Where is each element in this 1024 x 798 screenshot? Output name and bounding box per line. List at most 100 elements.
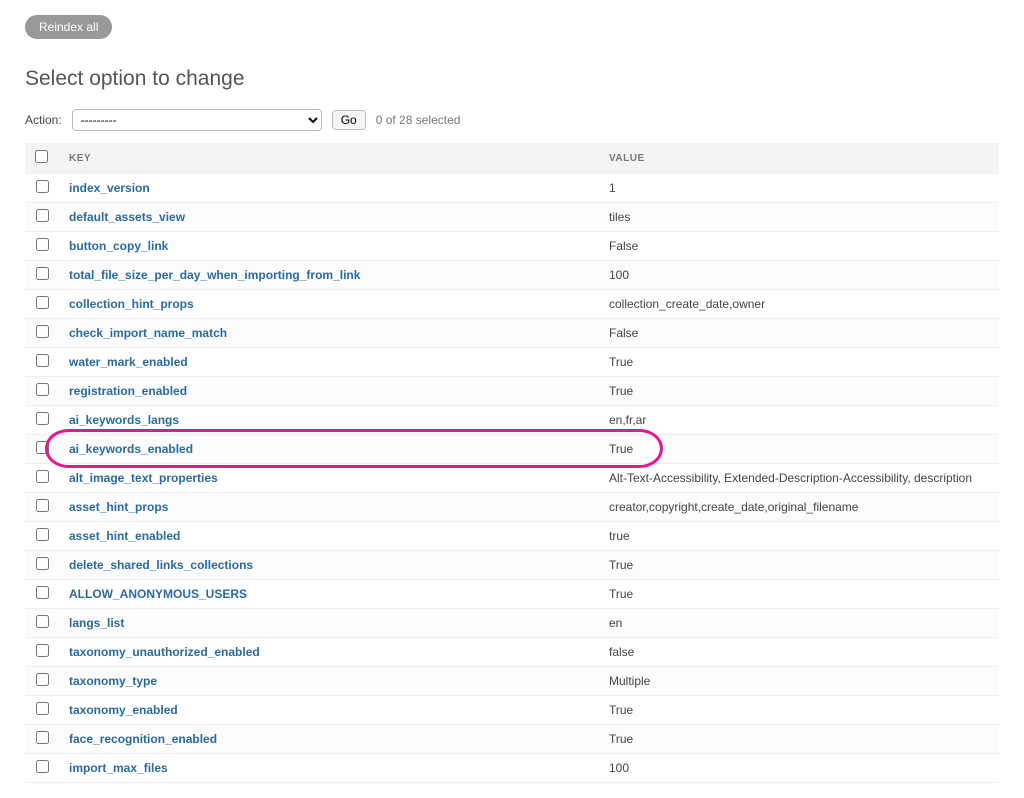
row-key-link[interactable]: face_recognition_enabled [69, 732, 217, 746]
row-value-cell: True [599, 435, 999, 464]
row-checkbox[interactable] [36, 267, 49, 280]
row-value-cell: False [599, 232, 999, 261]
row-key-link[interactable]: index_version [69, 181, 150, 195]
row-checkbox-cell [25, 725, 59, 754]
row-key-cell: registration_enabled [59, 377, 599, 406]
table-row: taxonomy_type Multiple [25, 667, 999, 696]
row-checkbox-cell [25, 174, 59, 203]
reindex-all-button[interactable]: Reindex all [25, 15, 112, 39]
row-key-link[interactable]: asset_hint_props [69, 500, 168, 514]
row-checkbox-cell [25, 754, 59, 783]
row-key-link[interactable]: taxonomy_enabled [69, 703, 178, 717]
row-key-cell: taxonomy_type [59, 667, 599, 696]
row-value-cell: True [599, 580, 999, 609]
table-row: water_mark_enabled True [25, 348, 999, 377]
row-key-link[interactable]: total_file_size_per_day_when_importing_f… [69, 268, 360, 282]
row-checkbox[interactable] [36, 528, 49, 541]
row-value-cell: True [599, 551, 999, 580]
row-checkbox-cell [25, 377, 59, 406]
row-checkbox-cell [25, 435, 59, 464]
action-select[interactable]: --------- [72, 109, 322, 131]
row-checkbox[interactable] [36, 383, 49, 396]
table-row: collection_hint_props collection_create_d… [25, 290, 999, 319]
row-key-cell: asset_hint_props [59, 493, 599, 522]
row-checkbox[interactable] [36, 296, 49, 309]
row-key-link[interactable]: taxonomy_unauthorized_enabled [69, 645, 260, 659]
row-checkbox[interactable] [36, 673, 49, 686]
row-checkbox[interactable] [36, 441, 49, 454]
row-value-cell: creator,copyright,create_date,original_f… [599, 493, 999, 522]
row-key-link[interactable]: water_mark_enabled [69, 355, 188, 369]
table-row: ai_keywords_langs en,fr,ar [25, 406, 999, 435]
row-key-cell: ai_keywords_langs [59, 406, 599, 435]
row-checkbox[interactable] [36, 702, 49, 715]
row-value-cell: en,fr,ar [599, 406, 999, 435]
row-checkbox[interactable] [36, 731, 49, 744]
table-row: asset_hint_enabledtrue [25, 522, 999, 551]
row-checkbox[interactable] [36, 499, 49, 512]
row-value-cell: en [599, 609, 999, 638]
row-key-link[interactable]: langs_list [69, 616, 124, 630]
row-checkbox[interactable] [36, 238, 49, 251]
row-value-cell: 1 [599, 174, 999, 203]
table-row: button_copy_link False [25, 232, 999, 261]
row-checkbox[interactable] [36, 644, 49, 657]
row-key-link[interactable]: delete_shared_links_collections [69, 558, 253, 572]
row-checkbox[interactable] [36, 180, 49, 193]
column-header-key[interactable]: KEY [59, 143, 599, 174]
row-value-cell: Multiple [599, 667, 999, 696]
row-key-link[interactable]: ai_keywords_langs [69, 413, 179, 427]
row-key-cell: button_copy_link [59, 232, 599, 261]
select-all-checkbox[interactable] [35, 150, 48, 163]
row-key-link[interactable]: alt_image_text_properties [69, 471, 218, 485]
row-key-link[interactable]: button_copy_link [69, 239, 168, 253]
row-value-cell: True [599, 348, 999, 377]
column-header-value[interactable]: VALUE [599, 143, 999, 174]
table-row: default_assets_view tiles [25, 203, 999, 232]
row-checkbox-cell [25, 290, 59, 319]
go-button[interactable]: Go [332, 110, 366, 130]
row-key-cell: collection_hint_props [59, 290, 599, 319]
row-checkbox[interactable] [36, 354, 49, 367]
row-value-cell: 100 [599, 261, 999, 290]
row-checkbox[interactable] [36, 557, 49, 570]
row-key-link[interactable]: registration_enabled [69, 384, 187, 398]
row-key-link[interactable]: check_import_name_match [69, 326, 227, 340]
row-key-link[interactable]: taxonomy_type [69, 674, 157, 688]
row-checkbox[interactable] [36, 412, 49, 425]
row-key-cell: langs_list [59, 609, 599, 638]
options-table: KEY VALUE index_version1default_assets_v… [25, 143, 999, 783]
row-checkbox-cell [25, 522, 59, 551]
row-checkbox-cell [25, 406, 59, 435]
row-checkbox[interactable] [36, 209, 49, 222]
row-checkbox-cell [25, 464, 59, 493]
row-checkbox[interactable] [36, 760, 49, 773]
row-checkbox[interactable] [36, 470, 49, 483]
row-key-link[interactable]: import_max_files [69, 761, 168, 775]
row-value-cell: True [599, 725, 999, 754]
table-row: ALLOW_ANONYMOUS_USERS True [25, 580, 999, 609]
row-key-cell: taxonomy_unauthorized_enabled [59, 638, 599, 667]
row-checkbox-cell [25, 609, 59, 638]
row-checkbox[interactable] [36, 586, 49, 599]
table-row: check_import_name_matchFalse [25, 319, 999, 348]
table-row: total_file_size_per_day_when_importing_f… [25, 261, 999, 290]
row-value-cell: 100 [599, 754, 999, 783]
row-key-link[interactable]: default_assets_view [69, 210, 185, 224]
table-row: index_version 1 [25, 174, 999, 203]
row-key-link[interactable]: ALLOW_ANONYMOUS_USERS [69, 587, 247, 601]
row-key-link[interactable]: ai_keywords_enabled [69, 442, 193, 456]
row-key-link[interactable]: collection_hint_props [69, 297, 194, 311]
row-checkbox-cell [25, 667, 59, 696]
row-checkbox-cell [25, 203, 59, 232]
row-value-cell: True [599, 377, 999, 406]
row-key-cell: total_file_size_per_day_when_importing_f… [59, 261, 599, 290]
row-checkbox[interactable] [36, 325, 49, 338]
row-key-cell: water_mark_enabled [59, 348, 599, 377]
row-checkbox[interactable] [36, 615, 49, 628]
row-value-cell: collection_create_date,owner [599, 290, 999, 319]
table-row: ai_keywords_enabled True [25, 435, 999, 464]
row-key-link[interactable]: asset_hint_enabled [69, 529, 180, 543]
row-value-cell: tiles [599, 203, 999, 232]
row-value-cell: false [599, 638, 999, 667]
